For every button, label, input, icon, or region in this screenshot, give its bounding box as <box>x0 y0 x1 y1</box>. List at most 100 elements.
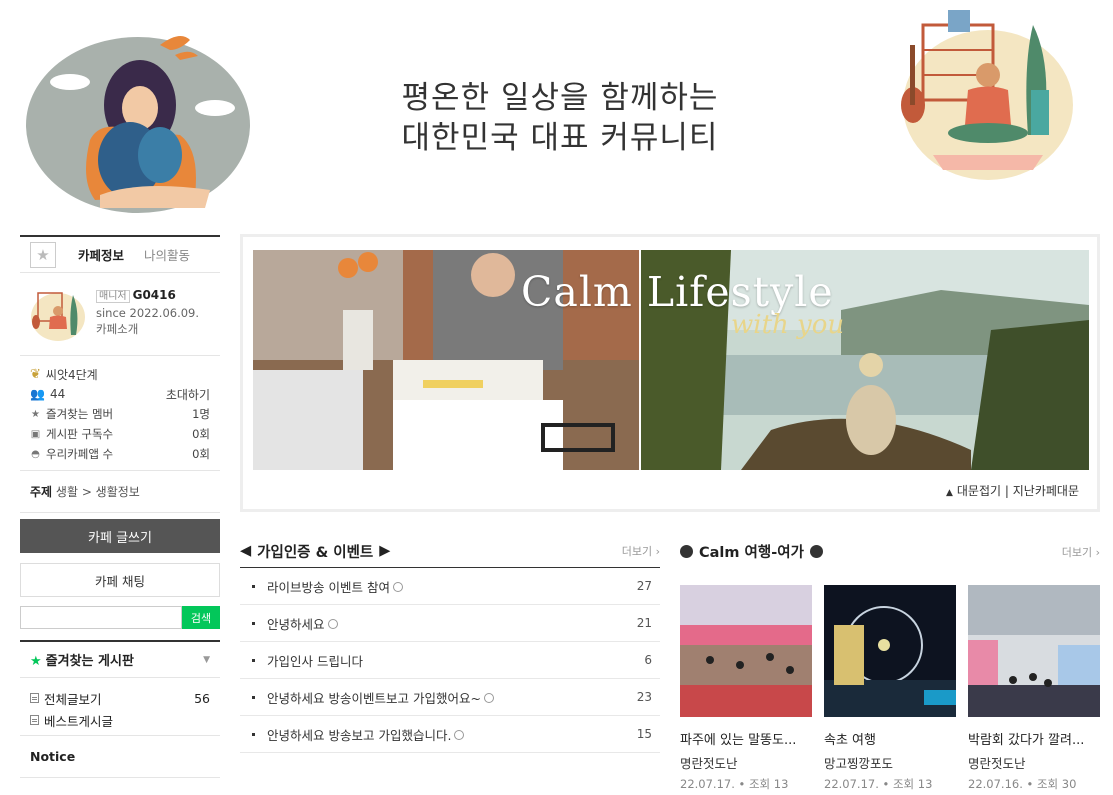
triangle-up-icon: ▲ <box>945 488 953 498</box>
board-label[interactable]: 전체글보기 <box>44 689 102 708</box>
circle-icon <box>809 545 823 558</box>
board-label[interactable]: 베스트게시글 <box>44 711 113 730</box>
stat-value[interactable]: 0회 <box>192 426 210 442</box>
slogan-line-2: 대한민국 대표 커뮤니티 <box>401 120 719 156</box>
card-title[interactable]: 속초 여행 <box>824 729 956 748</box>
past-banner-link[interactable]: 지난카페대문 <box>1013 484 1079 498</box>
list-item[interactable]: 가입인사 드립니다 6 <box>240 642 660 679</box>
image-attach-icon <box>392 582 403 592</box>
banner-footer: ▲ 대문접기 | 지난카페대문 <box>946 482 1079 499</box>
list-item[interactable]: 안녕하세요 방송보고 가입했습니다. 15 <box>240 716 660 753</box>
card-title[interactable]: 박람회 갔다가 깔려... <box>968 729 1100 748</box>
stat-row: ★ 즐겨찾는 멤버 1명 <box>30 404 210 424</box>
favorite-boards-title: 즐겨찾는 게시판 <box>45 654 134 669</box>
post-card[interactable]: 파주에 있는 말똥도... 명란젓도난 22.07.17. • 조회 13 <box>680 585 812 792</box>
post-title[interactable]: 안녕하세요 방송이벤트보고 가입했어요~ <box>267 688 481 707</box>
cafe-main-banner: Calm Lifestyle with you ▲ 대문접기 | 지난카페대문 <box>240 234 1100 512</box>
post-thumbnail[interactable] <box>968 585 1100 717</box>
more-link[interactable]: 더보기 › <box>1062 544 1100 560</box>
triangle-left-icon: ◀ <box>240 543 252 559</box>
sidebar-item-best-posts[interactable]: 베스트게시글 <box>30 709 210 731</box>
card-meta: 22.07.17. • 조회 13 <box>824 777 933 791</box>
list-item[interactable]: 안녕하세요 21 <box>240 605 660 642</box>
tab-my-activity[interactable]: 나의활동 <box>144 245 190 264</box>
board-title[interactable]: Calm 여행-여가 <box>699 541 804 562</box>
favorite-boards-header[interactable]: ★ 즐겨찾는 게시판 ▼ <box>20 640 220 678</box>
topic-label: 주제 <box>30 485 53 499</box>
board-count: 56 <box>194 690 210 706</box>
post-card[interactable]: 속초 여행 망고찡깡포도 22.07.17. • 조회 13 <box>824 585 956 792</box>
woman-illustration <box>26 36 250 213</box>
invite-button[interactable]: 초대하기 <box>166 386 210 403</box>
list-item[interactable]: 라이브방송 이벤트 참여 27 <box>240 568 660 605</box>
star-icon: ★ <box>31 408 40 420</box>
join-event-board: ◀ 가입인증 & 이벤트 ▶ 더보기 › 라이브방송 이벤트 참여 27 안녕하세요… <box>240 535 660 753</box>
board-header: Calm 여행-여가 더보기 › <box>680 535 1100 568</box>
stat-value[interactable]: 0회 <box>192 446 210 462</box>
card-meta: 22.07.17. • 조회 13 <box>680 777 789 791</box>
chevron-down-icon[interactable]: ▼ <box>203 655 210 665</box>
post-count: 15 <box>636 727 652 741</box>
circle-icon <box>680 545 693 558</box>
card-meta: 22.07.16. • 조회 30 <box>968 777 1077 791</box>
members-row: 👥 44 초대하기 <box>30 384 210 404</box>
seed-level-icon: ❦ <box>30 366 41 382</box>
stat-label: 즐겨찾는 멤버 <box>46 407 114 421</box>
rss-icon: ▣ <box>30 428 41 440</box>
separator: | <box>1004 484 1009 498</box>
since-date: since 2022.06.09. <box>96 306 200 320</box>
stat-row: ▣ 게시판 구독수 0회 <box>30 424 210 444</box>
post-title[interactable]: 라이브방송 이벤트 참여 <box>267 577 390 596</box>
card-writer[interactable]: 명란젓도난 <box>680 753 812 772</box>
post-count: 27 <box>636 579 652 593</box>
favorite-star-icon[interactable]: ★ <box>30 241 56 268</box>
sidebar-item-all-posts[interactable]: 전체글보기 56 <box>30 687 210 709</box>
post-title[interactable]: 안녕하세요 방송보고 가입했습니다. <box>267 725 451 744</box>
list-item[interactable]: 안녕하세요 방송이벤트보고 가입했어요~ 23 <box>240 679 660 716</box>
topic-value[interactable]: 생활 > 생활정보 <box>56 485 140 499</box>
bullet-icon <box>252 584 255 588</box>
post-card[interactable]: 박람회 갔다가 깔려... 명란젓도난 22.07.16. • 조회 30 <box>968 585 1100 792</box>
more-link[interactable]: 더보기 › <box>622 543 660 559</box>
level-label[interactable]: 씨앗4단계 <box>46 366 98 383</box>
bullet-icon <box>252 621 255 625</box>
banner-image: Calm Lifestyle with you <box>253 250 1089 470</box>
post-title[interactable]: 가입인사 드립니다 <box>267 651 363 670</box>
stat-value[interactable]: 1명 <box>192 406 210 422</box>
cafe-stats: ❦ 씨앗4단계 👥 44 초대하기 ★ 즐겨찾는 멤버 1명 ▣ 게시판 구독수 0회 … <box>20 356 220 471</box>
slogan-line-1: 평온한 일상을 함께하는 <box>401 80 719 116</box>
cafe-intro-link[interactable]: 카페소개 <box>96 321 199 337</box>
members-icon: 👥 <box>30 387 45 401</box>
man-meditating-illustration <box>901 10 1073 180</box>
board-title[interactable]: 가입인증 & 이벤트 <box>257 541 373 562</box>
card-list: 파주에 있는 말똥도... 명란젓도난 22.07.17. • 조회 13 속초… <box>680 585 1100 792</box>
app-icon: ◓ <box>31 448 40 460</box>
manager-name[interactable]: G0416 <box>133 288 176 302</box>
search-input[interactable] <box>20 606 182 629</box>
cafe-chat-button[interactable]: 카페 채팅 <box>20 563 220 597</box>
chevron-right-icon: › <box>1095 545 1100 559</box>
card-title[interactable]: 파주에 있는 말똥도... <box>680 729 812 748</box>
image-attach-icon <box>483 693 494 703</box>
post-thumbnail[interactable] <box>680 585 812 717</box>
post-thumbnail[interactable] <box>824 585 956 717</box>
notice-section[interactable]: Notice <box>20 736 220 778</box>
search-button[interactable]: 검색 <box>182 606 220 629</box>
card-writer[interactable]: 명란젓도난 <box>968 753 1100 772</box>
green-star-icon: ★ <box>30 654 42 669</box>
card-writer[interactable]: 망고찡깡포도 <box>824 753 956 772</box>
banner-subtitle: with you <box>731 310 845 340</box>
level-row: ❦ 씨앗4단계 <box>30 364 210 384</box>
document-icon <box>30 715 39 725</box>
cafe-search: 검색 <box>20 606 220 629</box>
tab-cafe-info[interactable]: 카페정보 <box>78 245 124 264</box>
manager-badge: 매니저 <box>96 290 130 303</box>
member-count[interactable]: 44 <box>50 387 65 401</box>
board-header: ◀ 가입인증 & 이벤트 ▶ 더보기 › <box>240 535 660 568</box>
post-title[interactable]: 안녕하세요 <box>267 614 325 633</box>
stat-row: ◓ 우리카페앱 수 0회 <box>30 444 210 464</box>
banner-fold-link[interactable]: 대문접기 <box>957 484 1001 498</box>
image-attach-icon <box>454 730 465 740</box>
cafe-sidebar: ★ 카페정보 나의활동 매니저 G0416 since 2022.06.09. 카… <box>20 235 220 778</box>
cafe-write-button[interactable]: 카페 글쓰기 <box>20 519 220 553</box>
